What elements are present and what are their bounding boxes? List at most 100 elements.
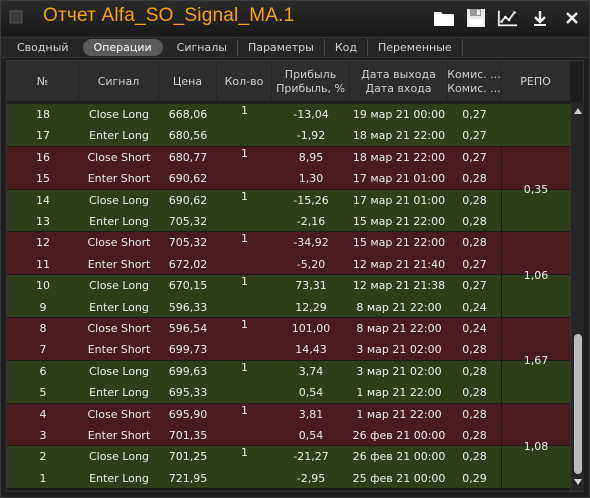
header-signal[interactable]: Сигнал	[79, 61, 159, 102]
table-row[interactable]: 4 Close Short 695,90 1 3,81 1 мар 21 22:00 0,2…	[7, 403, 570, 425]
download-icon[interactable]	[529, 7, 551, 29]
cell-commission: 0,28	[462, 429, 487, 442]
tab-operations[interactable]: Операции	[82, 39, 163, 56]
table-row[interactable]: 5 Enter Long 695,33 0,54 1 мар 21 22:00 0,28	[7, 382, 570, 404]
cell-profit: -13,04	[293, 108, 329, 121]
cell-num: 18	[36, 108, 50, 121]
tab-summary[interactable]: Сводный	[7, 39, 79, 56]
header-dates[interactable]: Дата выхода Дата входа	[350, 61, 448, 102]
table-row[interactable]: 3 Enter Short 701,35 0,54 26 фев 21 00:00 0,2…	[7, 425, 570, 447]
table-row[interactable]: 15 Enter Short 690,62 1,30 17 мар 21 01:00 0,…	[7, 168, 570, 190]
close-icon[interactable]	[561, 7, 583, 29]
header-commission[interactable]: Комис. ... Комис. ...	[448, 61, 501, 102]
title-bar[interactable]: Отчет Alfa_SO_Signal_MA.1	[1, 1, 589, 35]
cell-date: 1 мар 21 22:00	[356, 386, 442, 400]
table-row[interactable]: 11 Enter Short 672,02 -5,20 12 мар 21 21:40 0…	[7, 253, 570, 276]
cell-qty: 1	[241, 360, 248, 374]
scroll-thumb[interactable]	[574, 334, 582, 474]
cell-commission: 0,27	[462, 257, 487, 271]
table-row[interactable]: 6 Close Long 699,63 1 3,74 3 мар 21 02:00 0,28	[7, 360, 570, 383]
cell-commission: 0,29	[462, 471, 487, 485]
cell-repo: 1,08	[501, 403, 570, 490]
cell-signal: Enter Long	[89, 300, 149, 314]
cell-price: 690,62	[168, 193, 208, 207]
cell-signal: Close Long	[88, 193, 150, 207]
cell-date: 25 фев 21 00:00	[352, 471, 446, 485]
cell-profit: 1,30	[298, 172, 324, 186]
cell-price: 690,62	[168, 172, 208, 186]
header-num[interactable]: №	[7, 61, 79, 102]
cell-price: 596,54	[168, 322, 208, 335]
scroll-down-icon[interactable]	[574, 479, 582, 485]
cell-num: 13	[36, 215, 50, 228]
header-qty[interactable]: Кол-во	[217, 61, 272, 102]
table-row[interactable]: 2 Close Long 701,25 1 -21,27 26 фев 21 00:00 0…	[7, 446, 570, 468]
tab-bar: Сводный Операции Сигналы Параметры Код П…	[1, 37, 589, 58]
cell-signal: Enter Short	[87, 257, 151, 271]
cell-qty	[217, 339, 272, 360]
cell-num: 15	[36, 172, 50, 186]
cell-commission: 0,28	[462, 364, 487, 378]
tab-code[interactable]: Код	[325, 39, 368, 56]
cell-signal: Enter Long	[89, 215, 149, 228]
table-row[interactable]: 13 Enter Long 705,32 -2,16 15 мар 21 22:00 0,…	[7, 211, 570, 233]
cell-qty	[217, 425, 272, 446]
cell-signal: Close Short	[87, 150, 151, 164]
cell-qty: 1	[241, 318, 248, 331]
cell-profit: 12,29	[295, 300, 327, 314]
cell-qty: 1	[241, 446, 248, 460]
cell-commission: 0,24	[462, 322, 487, 335]
table-row[interactable]: 9 Enter Long 596,33 12,29 8 мар 21 22:00 0,24	[7, 296, 570, 318]
cell-profit: -15,26	[293, 193, 329, 207]
cell-commission: 0,28	[462, 386, 487, 400]
tab-variables[interactable]: Переменные	[368, 39, 463, 56]
save-icon[interactable]	[465, 7, 487, 29]
cell-num: 16	[36, 150, 50, 164]
table-row[interactable]: 16 Close Short 680,77 1 8,95 18 мар 21 22:00 0…	[7, 146, 570, 169]
scroll-up-icon[interactable]	[574, 108, 582, 114]
cell-date: 15 мар 21 22:00	[352, 215, 446, 228]
table-row[interactable]: 8 Close Short 596,54 1 101,00 8 мар 21 22:00 0…	[7, 318, 570, 340]
tab-signals[interactable]: Сигналы	[167, 39, 238, 56]
header-price[interactable]: Цена	[159, 61, 217, 102]
cell-commission: 0,28	[462, 407, 487, 421]
tab-parameters[interactable]: Параметры	[238, 39, 325, 56]
operations-table: № Сигнал Цена Кол-во Прибыль Прибыль, % …	[6, 60, 584, 492]
table-row[interactable]: 17 Enter Long 680,56 -1,92 18 мар 21 22:00 0,…	[7, 125, 570, 147]
window-title: Отчет Alfa_SO_Signal_MA.1	[43, 5, 295, 26]
cell-commission: 0,27	[462, 129, 487, 143]
table-row[interactable]: 18 Close Long 668,06 1 -13,04 19 мар 21 00:00…	[7, 104, 570, 126]
table-row[interactable]: 7 Enter Short 699,73 14,43 3 мар 21 02:00 0,2…	[7, 339, 570, 361]
chart-icon[interactable]	[497, 7, 519, 29]
cell-date: 8 мар 21 22:00	[356, 322, 442, 335]
cell-signal: Enter Long	[89, 386, 149, 400]
cell-qty	[217, 125, 272, 146]
cell-commission: 0,28	[462, 343, 487, 357]
cell-num: 7	[39, 343, 47, 357]
cell-signal: Enter Long	[89, 129, 149, 143]
cell-qty: 1	[241, 232, 248, 246]
cell-price: 701,35	[168, 429, 208, 442]
cell-date: 3 мар 21 02:00	[356, 343, 442, 357]
folder-icon[interactable]	[433, 7, 455, 29]
vertical-scrollbar[interactable]	[570, 102, 584, 491]
cell-date: 17 мар 21 01:00	[352, 172, 446, 186]
cell-commission: 0,28	[462, 236, 487, 250]
cell-price: 695,90	[168, 407, 208, 421]
header-repo[interactable]: РЕПО	[501, 61, 570, 102]
cell-qty: 1	[241, 146, 248, 160]
cell-qty	[217, 211, 272, 232]
cell-profit: 101,00	[291, 322, 331, 335]
table-row[interactable]: 1 Enter Long 721,95 -2,95 25 фев 21 00:00 0,2…	[7, 467, 570, 490]
table-row[interactable]: 10 Close Long 670,15 1 73,31 12 мар 21 21:38 0…	[7, 275, 570, 297]
cell-date: 19 мар 21 00:00	[352, 108, 446, 121]
table-row[interactable]: 14 Close Long 690,62 1 -15,26 17 мар 21 01:00…	[7, 189, 570, 211]
cell-date: 3 мар 21 02:00	[356, 364, 442, 378]
cell-commission: 0,27	[462, 150, 487, 164]
cell-date: 15 мар 21 22:00	[352, 236, 446, 250]
cell-signal: Close Long	[88, 279, 150, 293]
cell-num: 3	[39, 429, 47, 442]
cell-profit: 14,43	[295, 343, 327, 357]
table-row[interactable]: 12 Close Short 705,32 1 -34,92 15 мар 21 22:0…	[7, 232, 570, 254]
header-profit[interactable]: Прибыль Прибыль, %	[272, 61, 350, 102]
